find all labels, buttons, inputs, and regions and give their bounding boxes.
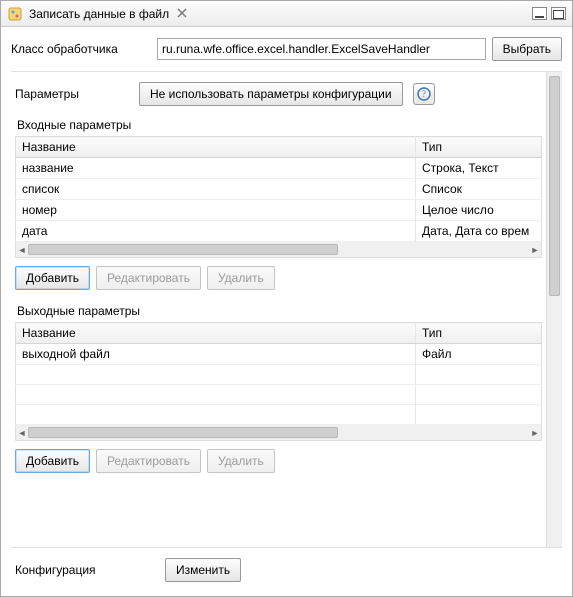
table-row[interactable]: дата Дата, Дата со врем xyxy=(16,221,542,242)
cell-type: Дата, Дата со врем xyxy=(416,221,542,242)
col-header-type[interactable]: Тип xyxy=(416,323,542,344)
table-row[interactable]: выходной файл Файл xyxy=(16,344,542,365)
cell-type: Целое число xyxy=(416,200,542,221)
table-row xyxy=(16,405,542,425)
input-params-table: Название Тип название Строка, Текст спис… xyxy=(15,136,542,242)
handler-row: Класс обработчика Выбрать xyxy=(11,37,562,61)
config-row: Конфигурация Изменить xyxy=(11,547,562,596)
cell-type: Файл xyxy=(416,344,542,365)
output-add-button[interactable]: Добавить xyxy=(15,449,90,473)
table-row[interactable]: номер Целое число xyxy=(16,200,542,221)
dialog-content: Класс обработчика Выбрать Параметры Не и… xyxy=(1,27,572,596)
output-edit-button: Редактировать xyxy=(96,449,201,473)
help-button[interactable]: ? xyxy=(413,83,435,105)
window-title: Записать данные в файл xyxy=(29,7,169,21)
cell-name: номер xyxy=(16,200,416,221)
minimize-button[interactable] xyxy=(532,7,547,20)
scroll-left-icon[interactable]: ◄ xyxy=(16,244,28,255)
handler-class-input[interactable] xyxy=(157,38,486,60)
dialog-window: Записать данные в файл Класс обработчика… xyxy=(0,0,573,597)
input-add-button[interactable]: Добавить xyxy=(15,266,90,290)
app-icon xyxy=(7,6,23,22)
table-row[interactable]: название Строка, Текст xyxy=(16,158,542,179)
scroll-right-icon[interactable]: ► xyxy=(529,244,541,255)
select-handler-button[interactable]: Выбрать xyxy=(492,37,562,61)
handler-label: Класс обработчика xyxy=(11,42,151,56)
maximize-button[interactable] xyxy=(551,7,566,20)
params-label: Параметры xyxy=(15,87,79,101)
cell-type: Строка, Текст xyxy=(416,158,542,179)
input-params-title: Входные параметры xyxy=(17,118,542,132)
cell-type: Список xyxy=(416,179,542,200)
table-header-row: Название Тип xyxy=(16,137,542,158)
table-row xyxy=(16,385,542,405)
cell-name: выходной файл xyxy=(16,344,416,365)
toggle-config-params-button[interactable]: Не использовать параметры конфигурации xyxy=(139,82,403,106)
cell-name: список xyxy=(16,179,416,200)
tab-close-icon[interactable] xyxy=(177,7,187,21)
col-header-type[interactable]: Тип xyxy=(416,137,542,158)
cell-name: дата xyxy=(16,221,416,242)
scroll-thumb[interactable] xyxy=(28,244,338,255)
output-params-buttons: Добавить Редактировать Удалить xyxy=(15,449,542,473)
params-scroll-region: Параметры Не использовать параметры конф… xyxy=(11,71,562,547)
vertical-scrollbar[interactable] xyxy=(546,72,562,547)
col-header-name[interactable]: Название xyxy=(16,137,416,158)
output-params-table: Название Тип выходной файл Файл xyxy=(15,322,542,425)
table-row xyxy=(16,365,542,385)
input-delete-button: Удалить xyxy=(207,266,275,290)
col-header-name[interactable]: Название xyxy=(16,323,416,344)
table-row[interactable]: список Список xyxy=(16,179,542,200)
input-table-hscrollbar[interactable]: ◄ ► xyxy=(15,242,542,258)
params-header-row: Параметры Не использовать параметры конф… xyxy=(15,82,542,106)
table-header-row: Название Тип xyxy=(16,323,542,344)
config-edit-button[interactable]: Изменить xyxy=(165,558,241,582)
cell-name: название xyxy=(16,158,416,179)
output-params-title: Выходные параметры xyxy=(17,304,542,318)
scroll-right-icon[interactable]: ► xyxy=(529,427,541,438)
input-edit-button: Редактировать xyxy=(96,266,201,290)
output-delete-button: Удалить xyxy=(207,449,275,473)
input-params-buttons: Добавить Редактировать Удалить xyxy=(15,266,542,290)
output-table-hscrollbar[interactable]: ◄ ► xyxy=(15,425,542,441)
config-label: Конфигурация xyxy=(15,563,155,577)
scroll-thumb[interactable] xyxy=(28,427,338,438)
scroll-left-icon[interactable]: ◄ xyxy=(16,427,28,438)
svg-text:?: ? xyxy=(422,89,426,99)
scroll-thumb[interactable] xyxy=(549,76,560,296)
titlebar: Записать данные в файл xyxy=(1,1,572,27)
